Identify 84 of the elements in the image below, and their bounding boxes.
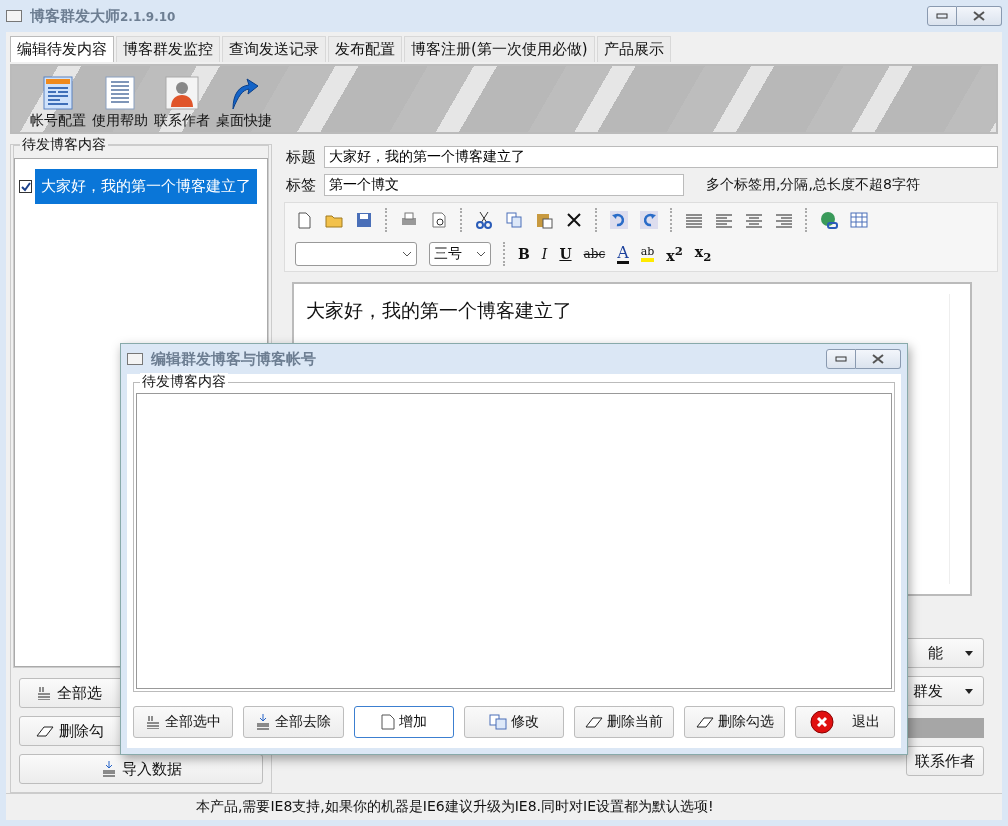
format-button[interactable]: U (559, 246, 572, 262)
document-icon (105, 76, 135, 110)
redo-icon[interactable] (640, 211, 658, 229)
toolbar-button[interactable]: 帐号配置 (30, 76, 86, 130)
new-file-icon (380, 714, 395, 730)
font-size-dropdown[interactable]: 三号 (429, 242, 491, 266)
lines-icon (145, 715, 162, 729)
tags-field[interactable]: 第一个博文 (324, 174, 684, 196)
scissors-icon[interactable] (475, 211, 493, 229)
eraser-icon (695, 715, 714, 729)
close-button[interactable] (957, 6, 1002, 26)
person-icon (165, 76, 199, 110)
hint-text: 多个标签用,分隔,总长度不超8字符 (706, 176, 920, 194)
tab[interactable]: 查询发送记录 (222, 36, 326, 62)
globe-link-icon[interactable] (820, 211, 838, 229)
format-button[interactable]: ab (640, 246, 655, 262)
toolbar-button[interactable]: 联系作者 (154, 76, 210, 130)
editor-text: 大家好，我的第一个博客建立了 (306, 299, 572, 321)
delete-icon[interactable] (565, 211, 583, 229)
action-button[interactable]: 全部选中 (133, 706, 234, 738)
curved-arrow-icon (229, 76, 259, 110)
field-label: 标题 (286, 147, 316, 167)
eraser-icon (36, 724, 54, 738)
tab[interactable]: 博客注册(第一次使用必做) (404, 36, 595, 62)
action-button[interactable]: 删除当前 (574, 706, 675, 738)
format-button[interactable]: x$^{2}$ (666, 244, 683, 264)
tab[interactable]: 博客群发监控 (116, 36, 220, 62)
dialog-title: 编辑群发博客与博客帐号 (151, 349, 317, 369)
close-icon (872, 354, 884, 364)
undo-icon[interactable] (610, 211, 628, 229)
title-field[interactable]: 大家好，我的第一个博客建立了 (324, 146, 998, 168)
format-button[interactable]: I (541, 246, 548, 262)
system-menu-icon[interactable] (6, 10, 22, 22)
action-button[interactable]: 修改 (463, 706, 565, 738)
document-icon (43, 76, 73, 110)
tab[interactable]: 编辑待发内容 (10, 36, 114, 62)
group-title: 待发博客内容 (140, 373, 228, 391)
down-arrow-lines-icon (255, 714, 272, 730)
window-title: 博客群发大师2.1.9.10 (30, 6, 177, 26)
new-file-icon[interactable] (295, 211, 313, 229)
align-left-icon[interactable] (715, 211, 733, 229)
tab[interactable]: 发布配置 (328, 36, 402, 62)
contact-button[interactable]: 联系作者 (906, 746, 984, 776)
close-circle-icon (809, 710, 834, 734)
format-button[interactable]: A (617, 244, 629, 264)
toolbar-button[interactable]: 桌面快捷 (216, 76, 272, 130)
font-dropdown[interactable] (295, 242, 417, 266)
format-button[interactable]: x$_{2}$ (694, 244, 712, 264)
preview-icon[interactable] (430, 211, 448, 229)
action-button[interactable]: 全部去除 (243, 706, 344, 738)
format-button[interactable]: B (518, 246, 530, 262)
caret-icon (965, 650, 973, 656)
format-button[interactable]: abc (583, 247, 606, 261)
eraser-icon (585, 715, 604, 729)
chevron-down-icon (402, 251, 412, 257)
save-icon[interactable] (355, 211, 373, 229)
minimize-button[interactable] (826, 349, 856, 369)
caret-icon (965, 688, 973, 694)
down-arrow-lines-icon (100, 761, 117, 777)
justify-icon[interactable] (685, 211, 703, 229)
table-icon[interactable] (850, 211, 868, 229)
close-icon (973, 11, 985, 21)
status-text: 本产品,需要IE8支持,如果你的机器是IE6建议升级为IE8.同时对IE设置都为默认选项! (196, 798, 714, 816)
copy-icon (489, 714, 507, 730)
minimize-icon (936, 13, 948, 19)
action-button[interactable]: 退出 (794, 706, 895, 738)
group-title: 待发博客内容 (20, 136, 108, 154)
toolbar-button[interactable]: 使用帮助 (92, 76, 148, 130)
lines-icon (36, 686, 52, 700)
minimize-icon (835, 356, 847, 362)
align-right-icon[interactable] (775, 211, 793, 229)
checkbox[interactable] (19, 180, 32, 193)
minimize-button[interactable] (927, 6, 957, 26)
action-button[interactable]: 删除勾选 (684, 706, 785, 738)
system-menu-icon[interactable] (127, 353, 143, 365)
close-button[interactable] (856, 349, 901, 369)
tab[interactable]: 产品展示 (596, 36, 671, 62)
field-label: 标签 (286, 175, 316, 195)
paste-icon[interactable] (535, 211, 553, 229)
align-center-icon[interactable] (745, 211, 763, 229)
copy-icon[interactable] (505, 211, 523, 229)
action-button[interactable]: 导入数据 (19, 754, 263, 784)
action-button[interactable]: 增加 (353, 706, 454, 738)
chevron-down-icon (476, 251, 486, 257)
